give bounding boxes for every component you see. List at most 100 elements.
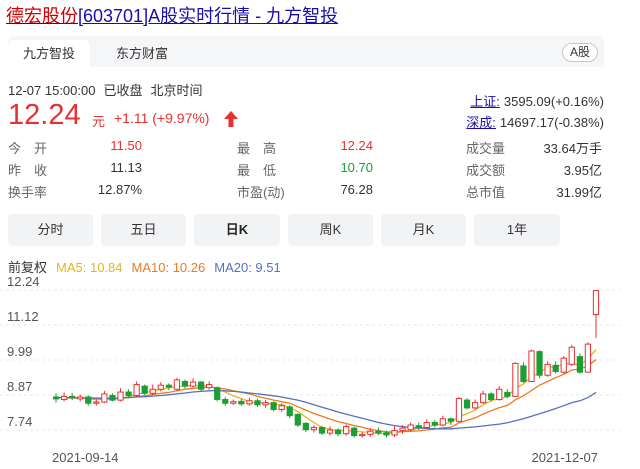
price-unit: 元 — [92, 114, 106, 129]
tab-monthly-k[interactable]: 月K — [381, 214, 466, 246]
ma20-legend: MA20: 9.51 — [214, 260, 281, 275]
candle — [496, 386, 503, 401]
x-tick-label: 2021-12-07 — [532, 450, 599, 465]
title-rest: [603701]A股实时行情 - 九方智投 — [78, 6, 339, 26]
stat-low-value: 10.70 — [340, 160, 373, 175]
candle — [165, 383, 172, 391]
stat-open-label: 今 开 — [8, 141, 48, 156]
candle — [181, 379, 189, 389]
candle — [93, 399, 100, 406]
source-tab-bar: 九方智投 东方财富 A股 — [8, 36, 604, 67]
candle — [294, 413, 301, 427]
candle — [85, 395, 92, 406]
adjust-mode[interactable]: 前复权 — [8, 260, 47, 275]
kline-chart[interactable]: 12.24 11.12 9.99 8.87 7.74 2021-09-14 2021-12-… — [0, 276, 620, 466]
candle — [326, 426, 334, 436]
market-badge[interactable]: A股 — [561, 43, 598, 62]
trade-status: 12-07 15:00:00 已收盘 北京时间 — [8, 80, 211, 99]
candle — [173, 377, 181, 391]
candle — [318, 425, 326, 435]
candle — [423, 419, 430, 429]
candle — [592, 290, 600, 338]
index-shanghai-value: 3595.09(+0.16%) — [503, 94, 604, 109]
x-tick-label: 2021-09-14 — [52, 450, 119, 465]
stat-pe-value: 76.28 — [340, 182, 373, 197]
y-tick-label: 12.24 — [7, 276, 40, 289]
tab-weekly-k[interactable]: 周K — [288, 214, 373, 246]
current-price: 12.24 — [8, 99, 81, 131]
stat-turnover-amt-value: 3.95亿 — [563, 163, 602, 178]
stat-turnover-amt-label: 成交额 — [466, 163, 506, 178]
stat-marketcap-value: 31.99亿 — [556, 185, 602, 200]
ma10-legend: MA10: 10.26 — [131, 260, 206, 275]
trade-time: 12-07 15:00:00 — [8, 83, 96, 98]
timezone: 北京时间 — [150, 83, 203, 98]
candle — [197, 380, 205, 392]
candle — [214, 386, 221, 402]
candle — [343, 424, 350, 436]
tab-one-year[interactable]: 1年 — [474, 214, 560, 246]
candle — [471, 399, 479, 410]
candle — [230, 399, 237, 405]
stat-turnover-rate-label: 换手率 — [8, 185, 48, 200]
index-shanghai-link[interactable]: 上证: — [470, 94, 500, 109]
candle — [480, 390, 487, 404]
candle — [512, 362, 519, 398]
stat-prevclose-value: 11.13 — [110, 160, 142, 175]
stat-low-label: 最 低 — [237, 163, 277, 178]
candle — [560, 355, 567, 374]
candle — [101, 390, 108, 404]
y-tick-label: 9.99 — [7, 344, 32, 359]
stat-pe-label: 市盈(动) — [237, 185, 285, 200]
candle — [149, 384, 156, 396]
price-change: +1.11 (+9.97%) — [114, 110, 210, 126]
candle — [246, 397, 253, 406]
candle — [439, 415, 446, 427]
tab-daily-k[interactable]: 日K — [194, 214, 280, 246]
candle — [262, 400, 269, 408]
candle — [584, 342, 592, 373]
stock-name: 德宏股份 — [6, 6, 78, 26]
candle — [141, 384, 148, 396]
candle — [254, 398, 261, 407]
index-shenzhen-link[interactable]: 深成: — [466, 115, 496, 130]
candle — [60, 392, 68, 402]
stat-volume-value: 33.64万手 — [543, 141, 602, 156]
tab-intraday[interactable]: 分时 — [8, 214, 93, 246]
candle — [552, 361, 559, 374]
ma-legend: 前复权 MA5: 10.84 MA10: 10.26 MA20: 9.51 — [8, 257, 290, 276]
candle — [77, 394, 84, 402]
candle — [351, 426, 358, 438]
candle — [528, 349, 535, 383]
candle — [189, 378, 197, 388]
tab-five-day[interactable]: 五日 — [101, 214, 186, 246]
candle — [133, 381, 140, 398]
candle — [520, 362, 527, 384]
index-shenzhen-value: 14697.17(-0.38%) — [499, 115, 604, 130]
stat-prevclose-label: 昨 收 — [8, 163, 48, 178]
y-tick-label: 7.74 — [7, 414, 32, 429]
stat-volume-label: 成交量 — [466, 141, 506, 156]
tab-jiufang[interactable]: 九方智投 — [8, 40, 90, 67]
index-shanghai: 上证: 3595.09(+0.16%) — [470, 91, 604, 110]
candle — [544, 361, 551, 377]
candle — [455, 397, 463, 423]
candle — [576, 353, 583, 374]
candle — [286, 405, 293, 419]
arrow-up-icon — [224, 111, 238, 127]
page-title[interactable]: 德宏股份[603701]A股实时行情 - 九方智投 — [6, 2, 338, 28]
candle — [69, 392, 76, 401]
candle — [391, 426, 398, 437]
y-tick-label: 11.12 — [7, 309, 39, 324]
index-shenzhen: 深成: 14697.17(-0.38%) — [466, 112, 604, 131]
candle — [431, 420, 438, 428]
candle — [117, 388, 124, 402]
stat-marketcap-label: 总市值 — [466, 185, 506, 200]
tab-eastmoney[interactable]: 东方财富 — [98, 40, 186, 67]
candle — [536, 350, 543, 379]
stat-turnover-rate-value: 12.87% — [97, 182, 142, 197]
candle — [463, 398, 471, 410]
candle — [447, 417, 455, 426]
candle — [206, 381, 213, 390]
y-tick-label: 8.87 — [7, 379, 32, 394]
